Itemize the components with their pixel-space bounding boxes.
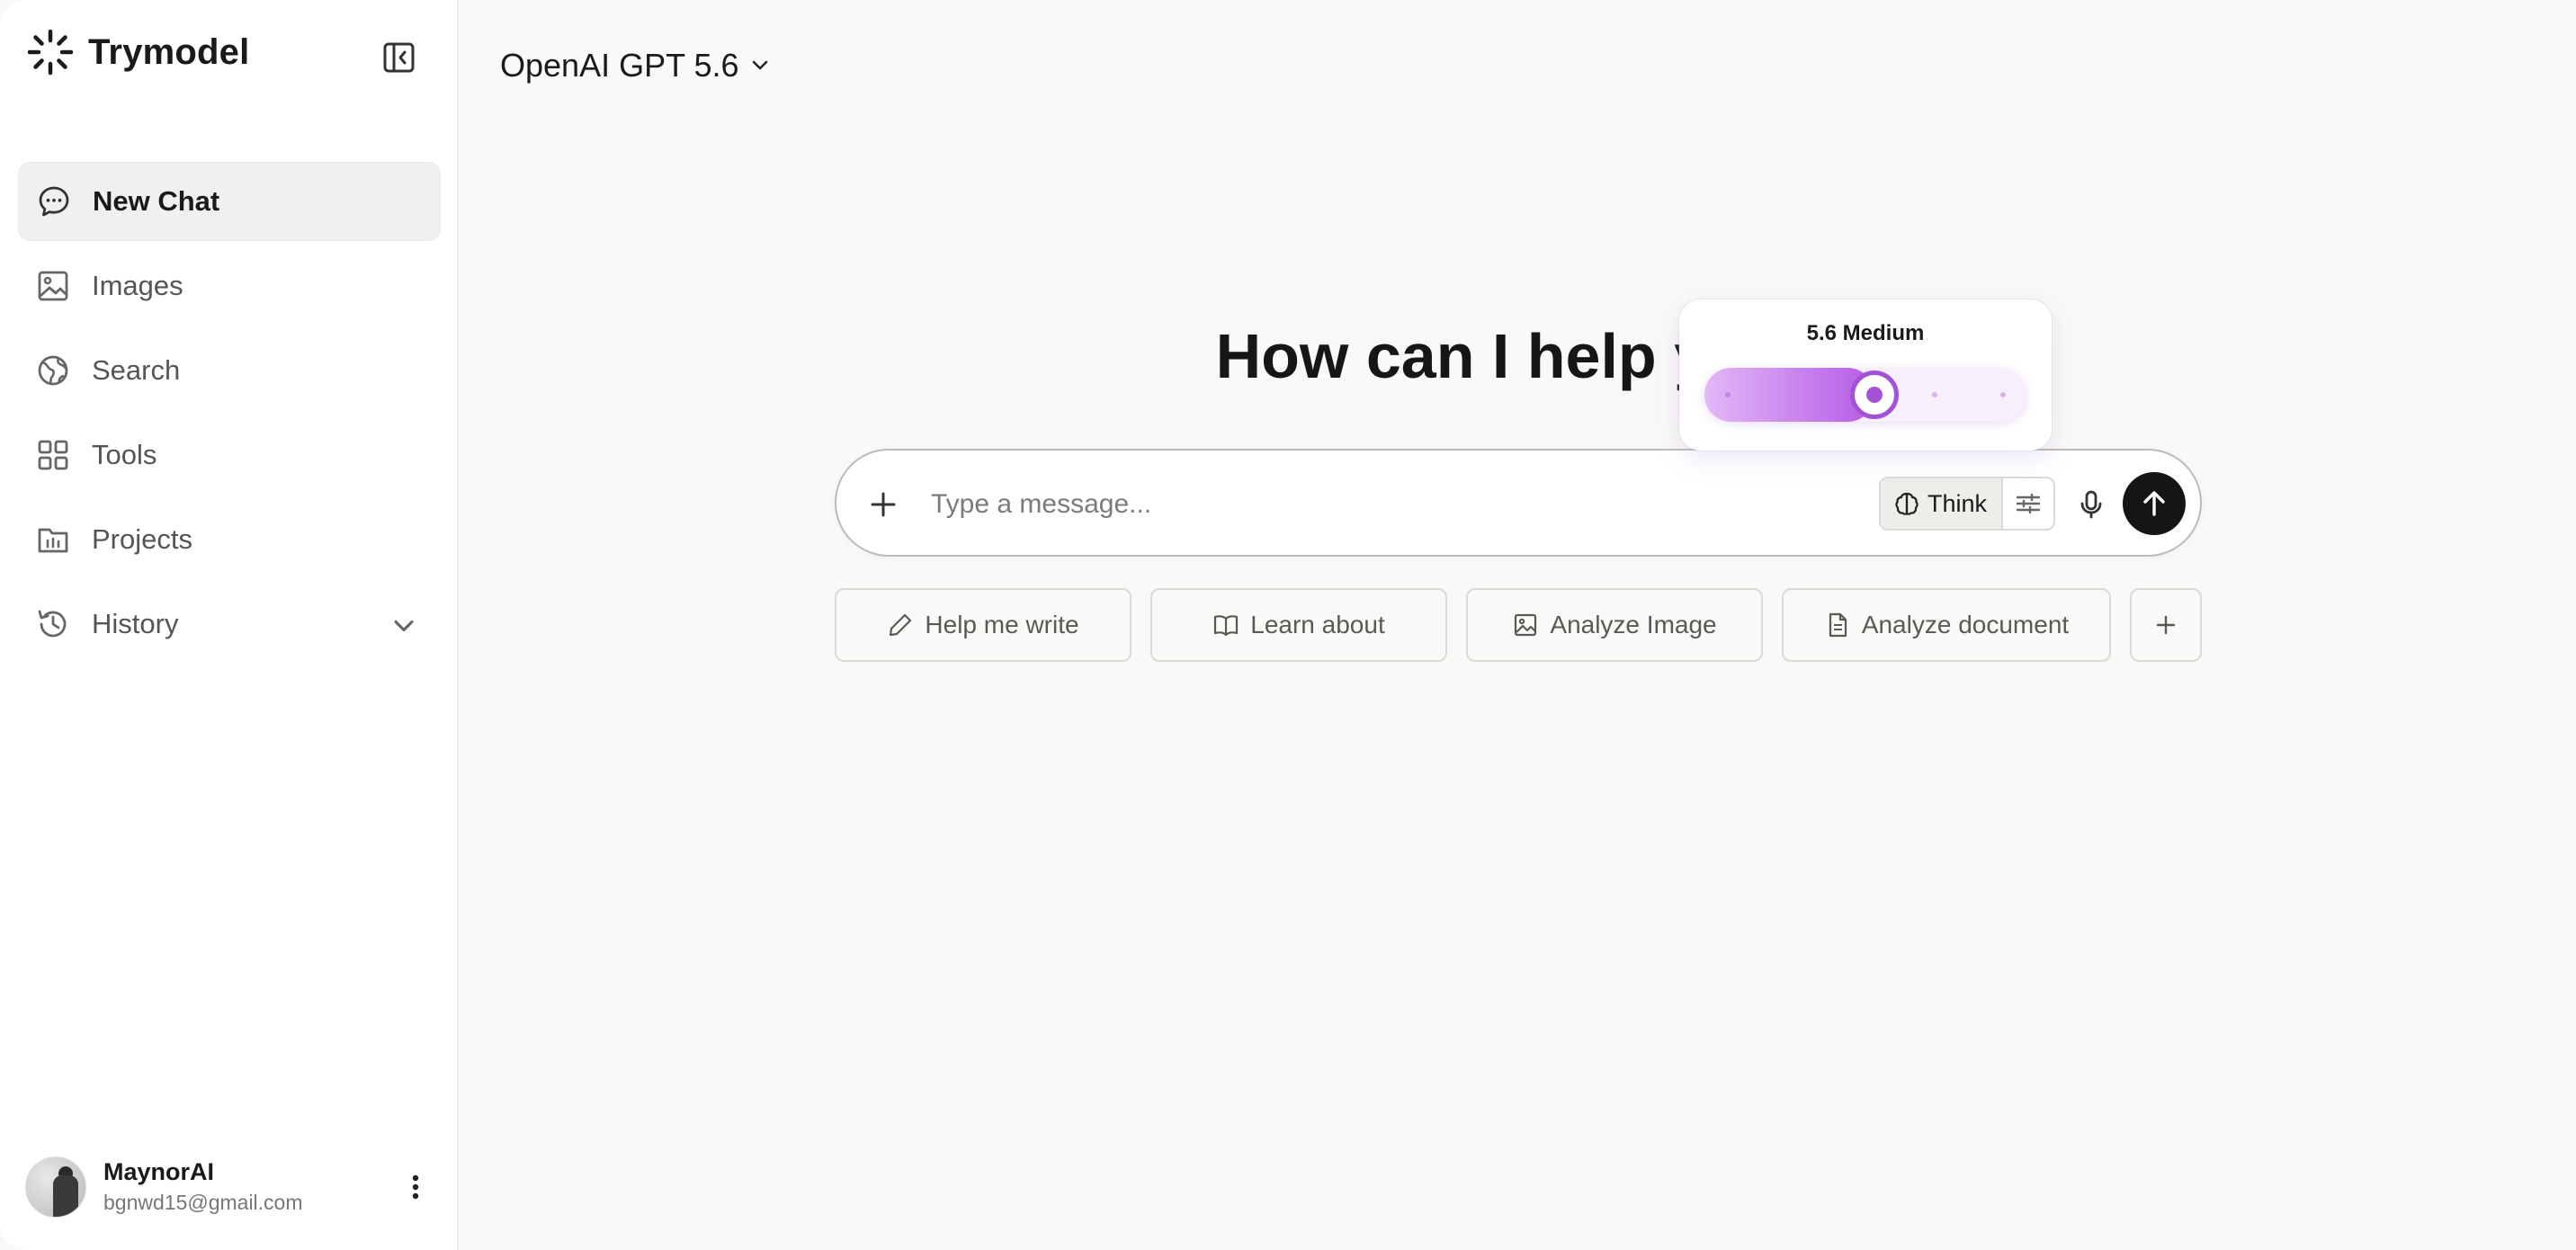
sidebar-item-images[interactable]: Images bbox=[18, 246, 441, 326]
think-toggle-button[interactable]: Think bbox=[1881, 478, 2003, 529]
chat-bubble-icon bbox=[39, 186, 69, 217]
think-controls: Think bbox=[1879, 477, 2055, 531]
plus-icon[interactable] bbox=[865, 487, 901, 522]
suggestion-analyze-image[interactable]: Analyze Image bbox=[1466, 588, 1763, 662]
message-input[interactable] bbox=[931, 478, 1740, 531]
chip-label: Analyze document bbox=[1861, 611, 2070, 638]
arrow-up-icon bbox=[2143, 491, 2165, 516]
model-name: OpenAI GPT 5.6 bbox=[500, 47, 739, 84]
reasoning-level-title: 5.6 Medium bbox=[1806, 321, 1925, 345]
sidebar-item-label: Search bbox=[92, 354, 181, 386]
pencil-icon bbox=[890, 613, 912, 637]
book-icon bbox=[1214, 615, 1239, 637]
document-icon bbox=[1829, 612, 1847, 638]
sidebar-item-history[interactable]: History bbox=[18, 585, 441, 664]
history-icon bbox=[38, 610, 67, 638]
slider-tick[interactable] bbox=[1793, 392, 1800, 397]
think-label: Think bbox=[1928, 489, 1988, 517]
folder-icon bbox=[38, 528, 68, 553]
image-icon bbox=[1515, 613, 1537, 637]
settings-sliders-button[interactable] bbox=[2003, 478, 2053, 529]
slider-tick[interactable] bbox=[1725, 392, 1731, 397]
user-email: bgnwd15@gmail.com bbox=[103, 1191, 303, 1214]
sidebar-item-label: History bbox=[92, 608, 179, 639]
send-button[interactable] bbox=[2123, 472, 2186, 535]
app-window: Trymodel New Chat Images Search Tools Pr… bbox=[0, 0, 2576, 1250]
sidebar-item-projects[interactable]: Projects bbox=[18, 500, 441, 579]
message-composer: Think bbox=[835, 449, 2202, 557]
app-name: Trymodel bbox=[88, 31, 250, 72]
chip-label: Help me write bbox=[925, 611, 1079, 638]
reasoning-level-slider[interactable] bbox=[1704, 368, 2026, 422]
user-name: MaynorAI bbox=[103, 1158, 215, 1185]
sidebar-item-label: Images bbox=[92, 270, 183, 301]
sidebar-collapse-icon bbox=[383, 42, 415, 73]
suggestion-learn-about[interactable]: Learn about bbox=[1150, 588, 1447, 662]
slider-tick[interactable] bbox=[2000, 392, 2006, 397]
sidebar-item-label: New Chat bbox=[93, 185, 220, 217]
sidebar-item-new-chat[interactable]: New Chat bbox=[18, 162, 441, 241]
brand[interactable]: Trymodel bbox=[25, 25, 249, 79]
sidebar: Trymodel New Chat Images Search Tools Pr… bbox=[0, 0, 459, 1250]
sidebar-nav: New Chat Images Search Tools Projects Hi… bbox=[18, 162, 441, 669]
avatar bbox=[25, 1156, 86, 1218]
suggestion-help-me-write[interactable]: Help me write bbox=[835, 588, 1131, 662]
plus-icon bbox=[2156, 615, 2176, 635]
reasoning-level-popover: 5.6 Medium bbox=[1679, 299, 2052, 451]
chip-label: Analyze Image bbox=[1550, 611, 1717, 638]
suggestion-analyze-document[interactable]: Analyze document bbox=[1782, 588, 2111, 662]
collapse-sidebar-button[interactable] bbox=[381, 40, 417, 76]
slider-thumb[interactable] bbox=[1850, 371, 1899, 419]
image-icon bbox=[38, 271, 68, 301]
sidebar-item-search[interactable]: Search bbox=[18, 331, 441, 410]
sidebar-item-tools[interactable]: Tools bbox=[18, 415, 441, 495]
logo-icon bbox=[27, 29, 74, 76]
microphone-icon[interactable] bbox=[2073, 487, 2109, 522]
more-vertical-icon[interactable] bbox=[399, 1171, 432, 1203]
sliders-icon bbox=[2016, 493, 2041, 514]
chevron-down-icon[interactable] bbox=[387, 609, 421, 643]
globe-icon bbox=[38, 355, 68, 386]
brain-icon bbox=[1895, 492, 1919, 515]
model-selector[interactable]: OpenAI GPT 5.6 bbox=[500, 43, 773, 88]
sidebar-item-label: Projects bbox=[92, 523, 192, 555]
more-suggestions-button[interactable] bbox=[2130, 588, 2202, 662]
user-profile[interactable]: MaynorAI bgnwd15@gmail.com bbox=[25, 1156, 439, 1219]
chip-label: Learn about bbox=[1250, 611, 1385, 638]
slider-tick[interactable] bbox=[1931, 392, 1937, 397]
sidebar-item-label: Tools bbox=[92, 439, 157, 470]
grid-icon bbox=[38, 440, 68, 470]
chevron-down-icon bbox=[753, 60, 768, 70]
